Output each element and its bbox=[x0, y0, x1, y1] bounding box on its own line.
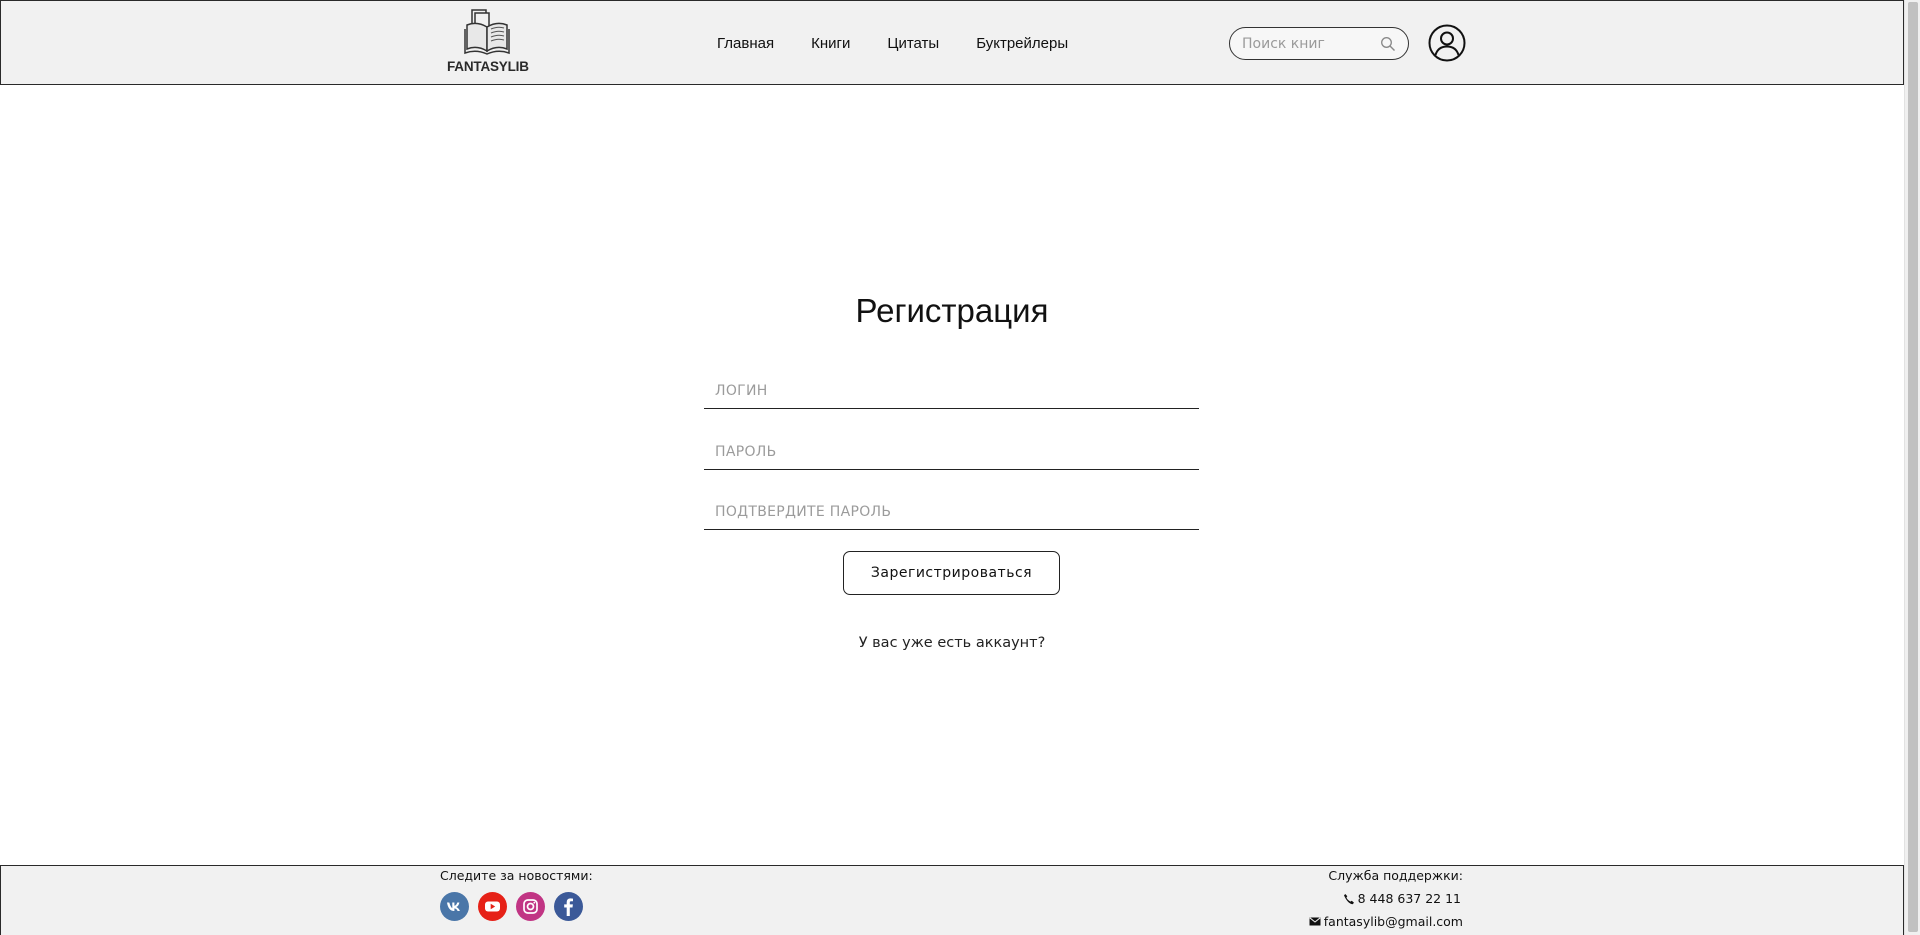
logo-text: FANTASYLIB bbox=[447, 59, 529, 74]
support-phone: 8 448 637 22 11 bbox=[1343, 891, 1461, 906]
follow-label: Следите за новостями: bbox=[440, 868, 593, 883]
vk-icon[interactable] bbox=[440, 892, 469, 921]
confirm-password-field[interactable] bbox=[704, 494, 1199, 530]
nav-item-books[interactable]: Книги bbox=[811, 35, 850, 52]
login-field[interactable] bbox=[704, 373, 1199, 409]
user-icon[interactable] bbox=[1428, 24, 1466, 62]
page-scrollbar[interactable] bbox=[1904, 0, 1920, 935]
site-footer: Следите за новостями: Служба поддержки: … bbox=[0, 865, 1904, 935]
support-email: fantasylib@gmail.com bbox=[1309, 914, 1463, 929]
youtube-icon[interactable] bbox=[478, 892, 507, 921]
search-input[interactable] bbox=[1242, 34, 1377, 54]
have-account-link[interactable]: У вас уже есть аккаунт? bbox=[0, 635, 1904, 651]
support-label: Служба поддержки: bbox=[1328, 868, 1463, 883]
scrollbar-thumb[interactable] bbox=[1908, 2, 1918, 932]
instagram-icon[interactable] bbox=[516, 892, 545, 921]
facebook-icon[interactable] bbox=[554, 892, 583, 921]
search-icon[interactable] bbox=[1380, 36, 1396, 52]
page-title: Регистрация bbox=[855, 292, 1049, 329]
site-logo[interactable]: FANTASYLIB bbox=[445, 9, 529, 79]
nav-item-home[interactable]: Главная bbox=[717, 35, 774, 52]
search-box bbox=[1229, 27, 1409, 60]
main-nav: Главная Книги Цитаты Буктрейлеры bbox=[717, 35, 1068, 52]
envelope-icon bbox=[1309, 917, 1321, 926]
phone-number: 8 448 637 22 11 bbox=[1357, 891, 1461, 906]
social-links bbox=[440, 892, 592, 921]
password-field[interactable] bbox=[704, 434, 1199, 470]
nav-item-quotes[interactable]: Цитаты bbox=[887, 35, 939, 52]
nav-item-booktrailers[interactable]: Буктрейлеры bbox=[976, 35, 1068, 52]
site-header: FANTASYLIB Главная Книги Цитаты Буктрейл… bbox=[0, 0, 1904, 85]
phone-icon bbox=[1343, 893, 1354, 904]
email-address[interactable]: fantasylib@gmail.com bbox=[1324, 914, 1463, 929]
register-button[interactable]: Зарегистрироваться bbox=[843, 551, 1060, 595]
book-icon bbox=[464, 9, 510, 55]
